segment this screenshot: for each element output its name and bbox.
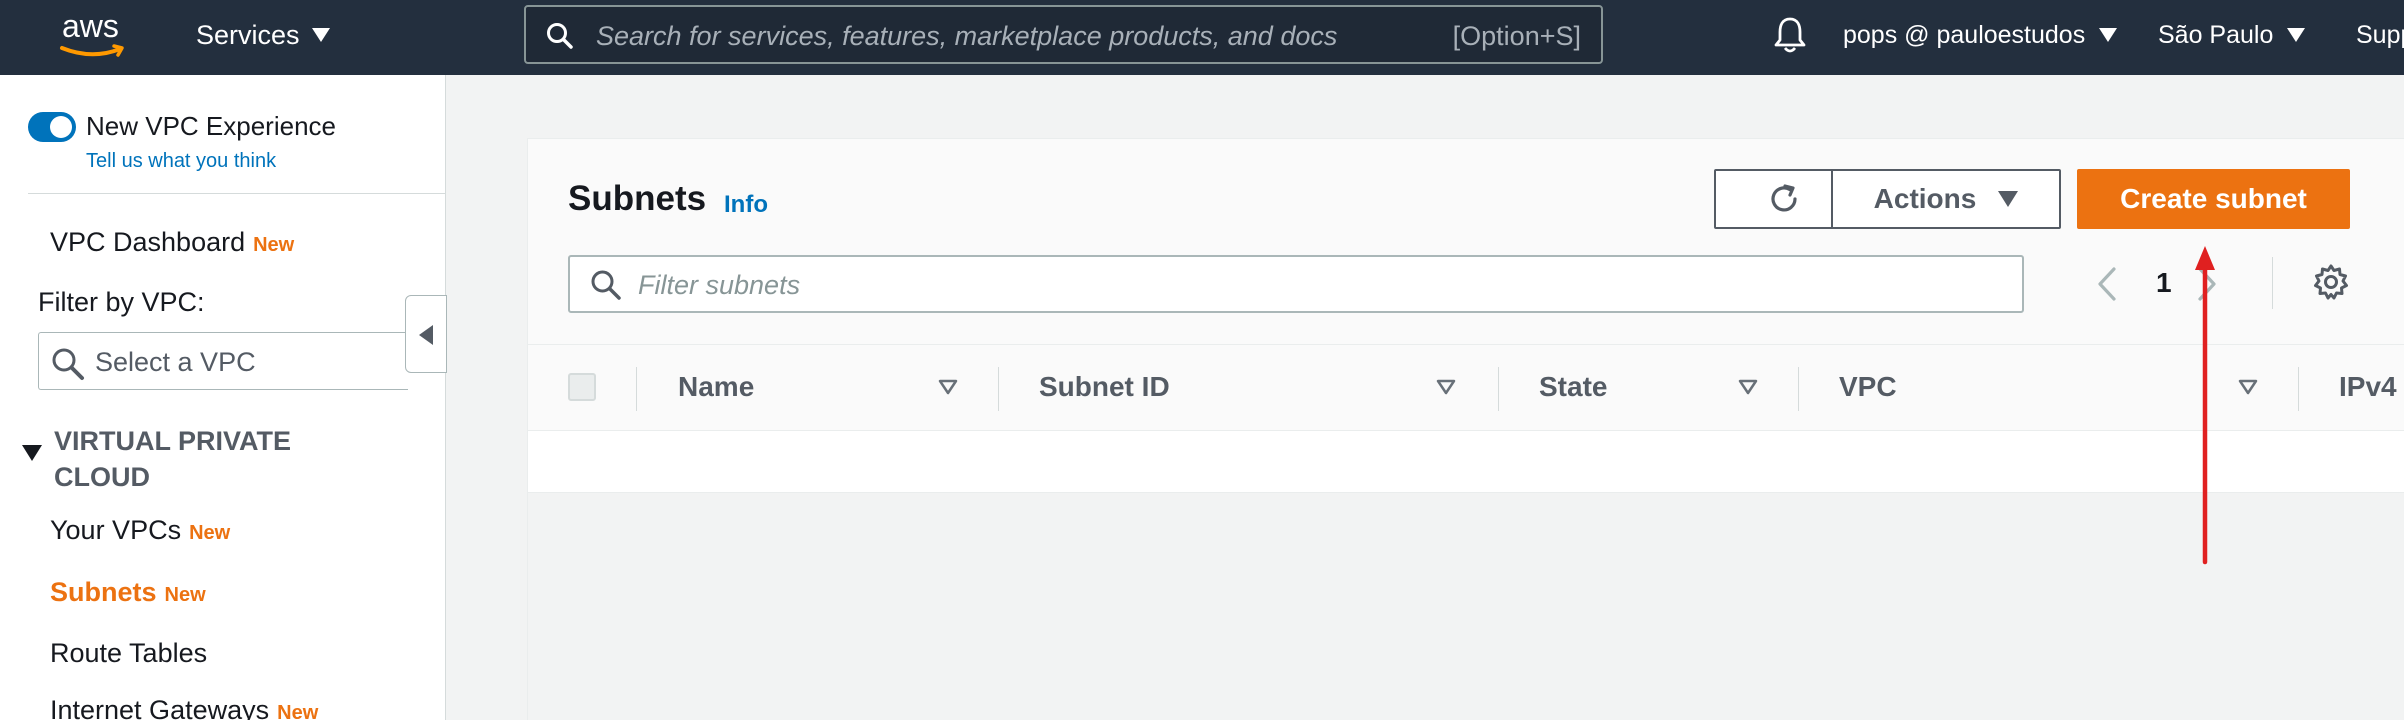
refresh-icon	[1771, 184, 1797, 212]
caret-down-icon	[2099, 28, 2118, 42]
global-search-input[interactable]: Search for services, features, marketpla…	[524, 5, 1603, 64]
sidebar-item-label: Your VPCs	[50, 515, 182, 545]
column-header-vpc[interactable]: VPC	[1839, 371, 1897, 403]
vpc-select-placeholder: Select a VPC	[95, 347, 256, 377]
column-header-subnet-id[interactable]: Subnet ID	[1039, 371, 1170, 403]
search-icon	[52, 348, 84, 380]
new-badge: New	[253, 234, 295, 256]
caret-down-icon	[1998, 191, 2019, 207]
chevron-left-icon	[419, 325, 433, 345]
sidebar-item-subnets[interactable]: Subnets New	[50, 577, 206, 608]
sort-down-icon[interactable]	[938, 379, 958, 395]
pagination-divider	[2272, 257, 2273, 309]
column-divider	[2298, 367, 2299, 411]
aws-logo[interactable]: aws	[56, 8, 136, 66]
account-menu[interactable]: pops @ pauloestudos	[1843, 18, 2118, 52]
sidebar-item-label: Subnets	[50, 577, 157, 607]
filter-by-vpc-label: Filter by VPC:	[38, 287, 205, 317]
aws-logo-text: aws	[62, 8, 119, 44]
top-navigation-bar: aws Services Search for services, featur…	[0, 0, 2404, 75]
column-header-ipv4[interactable]: IPv4	[2339, 371, 2397, 403]
account-label: pops @ pauloestudos	[1843, 20, 2086, 49]
sidebar: New VPC Experience Tell us what you thin…	[0, 75, 446, 720]
search-shortcut-hint: [Option+S]	[1452, 21, 1581, 51]
column-divider	[636, 367, 637, 411]
services-label: Services	[196, 19, 300, 50]
sidebar-item-label: Internet Gateways	[50, 695, 270, 720]
services-menu[interactable]: Services	[196, 18, 330, 52]
sidebar-item-internet-gateways[interactable]: Internet Gateways New	[50, 695, 318, 720]
chevron-left-icon[interactable]	[2096, 267, 2118, 301]
support-menu[interactable]: Supp	[2356, 18, 2404, 52]
new-badge: New	[277, 702, 319, 720]
column-header-state[interactable]: State	[1539, 371, 1607, 403]
new-vpc-experience-toggle[interactable]	[28, 112, 76, 142]
create-subnet-button[interactable]: Create subnet	[2077, 169, 2350, 229]
column-header-name[interactable]: Name	[678, 371, 754, 403]
create-subnet-label: Create subnet	[2120, 183, 2307, 214]
filter-subnets-input[interactable]: Filter subnets	[568, 255, 2024, 313]
sort-down-icon[interactable]	[1436, 379, 1456, 395]
actions-dropdown-button[interactable]: Actions	[1831, 169, 2061, 229]
region-menu[interactable]: São Paulo	[2158, 18, 2306, 52]
sidebar-collapse-button[interactable]	[405, 295, 447, 373]
new-badge: New	[164, 584, 206, 606]
table-header: Name Subnet ID State VPC IPv4	[528, 344, 2404, 431]
panel-header: Subnets Info Actions Create subnet Filte…	[528, 139, 2404, 344]
toggle-knob	[50, 116, 72, 138]
caret-down-icon	[2287, 28, 2306, 42]
support-label: Supp	[2356, 20, 2404, 49]
actions-label: Actions	[1873, 183, 1977, 214]
sort-down-icon[interactable]	[2238, 379, 2258, 395]
subnets-panel: Subnets Info Actions Create subnet Filte…	[527, 138, 2404, 720]
table-empty-row	[528, 431, 2404, 493]
sidebar-item-label: VPC Dashboard	[50, 227, 246, 257]
region-label: São Paulo	[2158, 20, 2274, 49]
column-divider	[998, 367, 999, 411]
annotation-arrow-icon	[2195, 246, 2215, 565]
bell-icon[interactable]	[1772, 15, 1808, 55]
column-divider	[1798, 367, 1799, 411]
sidebar-item-label: Route Tables	[50, 638, 208, 668]
search-icon	[591, 270, 621, 300]
sort-down-icon[interactable]	[1738, 379, 1758, 395]
sidebar-divider	[28, 193, 446, 194]
info-link[interactable]: Info	[724, 191, 768, 219]
new-vpc-experience-label: New VPC Experience	[86, 111, 336, 141]
section-title: VIRTUAL PRIVATE CLOUD	[54, 426, 292, 492]
sidebar-item-your-vpcs[interactable]: Your VPCs New	[50, 515, 230, 546]
caret-down-icon	[311, 28, 330, 42]
aws-smile-icon	[60, 44, 124, 57]
page-number[interactable]: 1	[2156, 267, 2172, 299]
filter-subnets-placeholder: Filter subnets	[638, 270, 801, 300]
sidebar-item-vpc-dashboard[interactable]: VPC Dashboard New	[50, 227, 294, 258]
select-all-checkbox[interactable]	[568, 373, 596, 401]
column-divider	[1498, 367, 1499, 411]
page-title: Subnets	[568, 179, 707, 218]
new-badge: New	[189, 522, 231, 544]
feedback-link[interactable]: Tell us what you think	[86, 150, 276, 173]
vpc-filter-select[interactable]: Select a VPC	[38, 332, 408, 390]
caret-down-icon	[22, 445, 42, 461]
gear-icon[interactable]	[2312, 263, 2350, 301]
global-search-placeholder: Search for services, features, marketpla…	[596, 21, 1338, 51]
search-icon	[547, 23, 573, 49]
panel-body	[528, 493, 2404, 720]
sidebar-item-route-tables[interactable]: Route Tables	[50, 638, 207, 669]
